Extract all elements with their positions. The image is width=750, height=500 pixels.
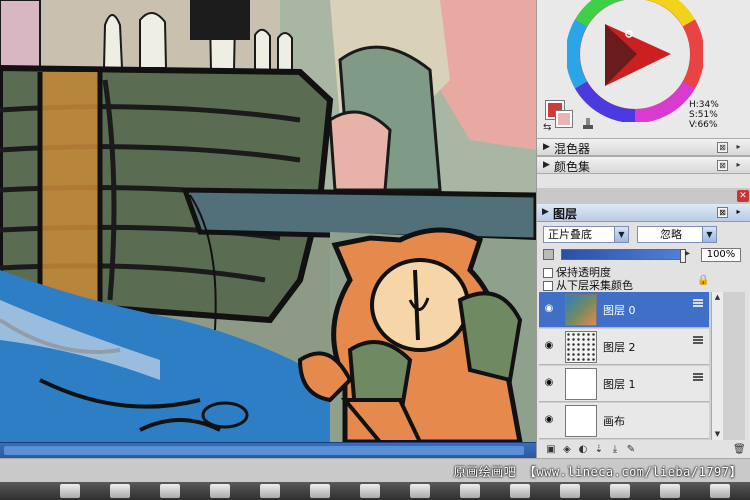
opacity-value[interactable]: 100%: [701, 248, 741, 262]
mode-option-value: 忽略: [660, 228, 682, 241]
sample-lower-layer-label: 从下层采集颜色: [556, 279, 633, 292]
trash-icon[interactable]: 🗑: [733, 444, 746, 456]
drawing-canvas[interactable]: [0, 0, 536, 442]
layer-list-scrollbar[interactable]: ▲ ▼: [711, 292, 723, 440]
taskbar-tool[interactable]: [510, 484, 530, 498]
clear-layer-icon[interactable]: ✎: [625, 444, 637, 456]
transfer-down-icon[interactable]: ⇣: [593, 444, 605, 456]
artwork: [0, 0, 536, 442]
taskbar-tool[interactable]: [460, 484, 480, 498]
taskbar-tool[interactable]: [560, 484, 580, 498]
layer-name: 图层 2: [603, 341, 636, 354]
scroll-up-icon[interactable]: ▲: [713, 293, 722, 302]
eye-icon[interactable]: ◉: [542, 340, 556, 352]
checkbox[interactable]: [543, 268, 553, 278]
taskbar-tool[interactable]: [60, 484, 80, 498]
panel-menu-icon[interactable]: ▸: [733, 160, 744, 171]
layer-stack-icon: [693, 299, 703, 307]
saturation-value: S:51%: [689, 110, 718, 120]
layer-list: ◉ 图层 0 ◉ 图层 2 ◉ 图层 1 ◉ 画布 ▲ ▼: [539, 292, 745, 440]
scroll-thumb[interactable]: [4, 446, 524, 455]
hsv-readout: H:34% S:51% V:66%: [689, 100, 719, 130]
watermark-text: 原画绘画吧 【www.lineca.com/lieba/1797】: [453, 465, 742, 479]
taskbar-tool[interactable]: [210, 484, 230, 498]
taskbar-tool[interactable]: [610, 484, 630, 498]
panel-menu-icon[interactable]: ▸: [733, 142, 744, 153]
blend-mode-value: 正片叠底: [548, 228, 592, 241]
layer-stack-icon: [693, 373, 703, 381]
panel-separator: ✕: [537, 188, 750, 204]
opacity-slider[interactable]: [561, 249, 686, 263]
taskbar-tool[interactable]: [660, 484, 680, 498]
new-layer-set-icon[interactable]: ◈: [561, 444, 573, 456]
layer-row[interactable]: ◉ 图层 0: [539, 292, 709, 328]
taskbar-tool[interactable]: [160, 484, 180, 498]
right-panel: ⇆ H:34% S:51% V:66% ▶ 混色器 ⊠ ▸ ▶ 颜色集 ⊠ ▸ …: [536, 0, 750, 458]
taskbar-tool[interactable]: [410, 484, 430, 498]
panel-menu-icon[interactable]: ▸: [733, 207, 744, 218]
triangle-right-icon[interactable]: ▶: [543, 142, 550, 152]
panel-close-icon[interactable]: ⊠: [717, 160, 728, 171]
status-bar: 原画绘画吧 【www.lineca.com/lieba/1797】: [0, 458, 750, 482]
opacity-lock-icon[interactable]: [543, 249, 554, 260]
taskbar-tool[interactable]: [260, 484, 280, 498]
layers-panel-header[interactable]: ▶ 图层 ⊠ ▸: [537, 204, 750, 222]
chevron-down-icon[interactable]: ▼: [702, 227, 716, 242]
layer-name: 画布: [603, 415, 625, 428]
taskbar-tool[interactable]: [360, 484, 380, 498]
eye-icon[interactable]: ◉: [542, 303, 556, 315]
layers-panel: ▶ 图层 ⊠ ▸ 正片叠底 ▼ 忽略 ▼ ▸ 100% 保持透明度 从下层采集颜…: [537, 204, 750, 458]
swap-colors-icon[interactable]: ⇆: [543, 122, 551, 133]
layer-row[interactable]: ◉ 图层 1: [539, 366, 709, 402]
color-set-panel-header[interactable]: ▶ 颜色集 ⊠ ▸: [537, 156, 750, 174]
blend-mode-select[interactable]: 正片叠底 ▼: [543, 226, 629, 243]
layer-mask-icon[interactable]: ◐: [577, 444, 589, 456]
hue-value: H:34%: [689, 100, 719, 110]
taskbar-tool[interactable]: [110, 484, 130, 498]
preserve-transparency-option[interactable]: 保持透明度: [543, 266, 611, 280]
eye-icon[interactable]: ◉: [542, 414, 556, 426]
checkbox[interactable]: [543, 281, 553, 291]
new-layer-icon[interactable]: ▣: [545, 444, 557, 456]
canvas-horizontal-scrollbar[interactable]: [0, 442, 536, 458]
layer-stack-icon: [693, 336, 703, 344]
triangle-right-icon[interactable]: ▸: [685, 248, 690, 259]
layer-thumbnail: [565, 331, 597, 363]
layer-thumbnail: [565, 405, 597, 437]
color-set-label: 颜色集: [554, 160, 591, 174]
layer-row[interactable]: ◉ 图层 2: [539, 329, 709, 365]
layer-name: 图层 0: [603, 304, 636, 317]
mode-option-select[interactable]: 忽略 ▼: [637, 226, 717, 243]
stamp-icon[interactable]: [581, 116, 595, 130]
taskbar-tool[interactable]: [310, 484, 330, 498]
panel-close-icon[interactable]: ⊠: [717, 207, 728, 218]
triangle-right-icon[interactable]: ▶: [543, 160, 550, 170]
layer-row[interactable]: ◉ 画布: [539, 403, 709, 439]
app-window: ⇆ H:34% S:51% V:66% ▶ 混色器 ⊠ ▸ ▶ 颜色集 ⊠ ▸ …: [0, 0, 750, 500]
layer-thumbnail: [565, 368, 597, 400]
color-mixer-panel-header[interactable]: ▶ 混色器 ⊠ ▸: [537, 138, 750, 156]
taskbar-tool[interactable]: [710, 484, 730, 498]
layers-title: 图层: [553, 207, 578, 221]
layer-toolbar: ▣ ◈ ◐ ⇣ ⤓ ✎ 🗑: [537, 444, 750, 458]
triangle-down-icon[interactable]: ▶: [542, 207, 549, 217]
preserve-transparency-label: 保持透明度: [556, 266, 611, 279]
merge-down-icon[interactable]: ⤓: [609, 444, 621, 456]
chevron-down-icon[interactable]: ▼: [614, 227, 628, 242]
color-mixer-label: 混色器: [554, 142, 591, 156]
lock-icon[interactable]: 🔒: [697, 275, 709, 286]
color-wheel-panel: ⇆ H:34% S:51% V:66%: [537, 0, 750, 138]
value-value: V:66%: [689, 120, 718, 130]
layer-thumbnail: [565, 294, 597, 326]
opacity-row: ▸ 100%: [543, 248, 747, 263]
color-wheel[interactable]: [565, 0, 705, 124]
close-icon[interactable]: ✕: [737, 190, 749, 202]
layer-name: 图层 1: [603, 378, 636, 391]
scroll-down-icon[interactable]: ▼: [713, 430, 722, 439]
sub-color-swatch[interactable]: [555, 110, 573, 128]
sample-lower-layer-option[interactable]: 从下层采集颜色: [543, 279, 633, 293]
eye-icon[interactable]: ◉: [542, 377, 556, 389]
taskbar: [0, 482, 750, 500]
panel-close-icon[interactable]: ⊠: [717, 142, 728, 153]
